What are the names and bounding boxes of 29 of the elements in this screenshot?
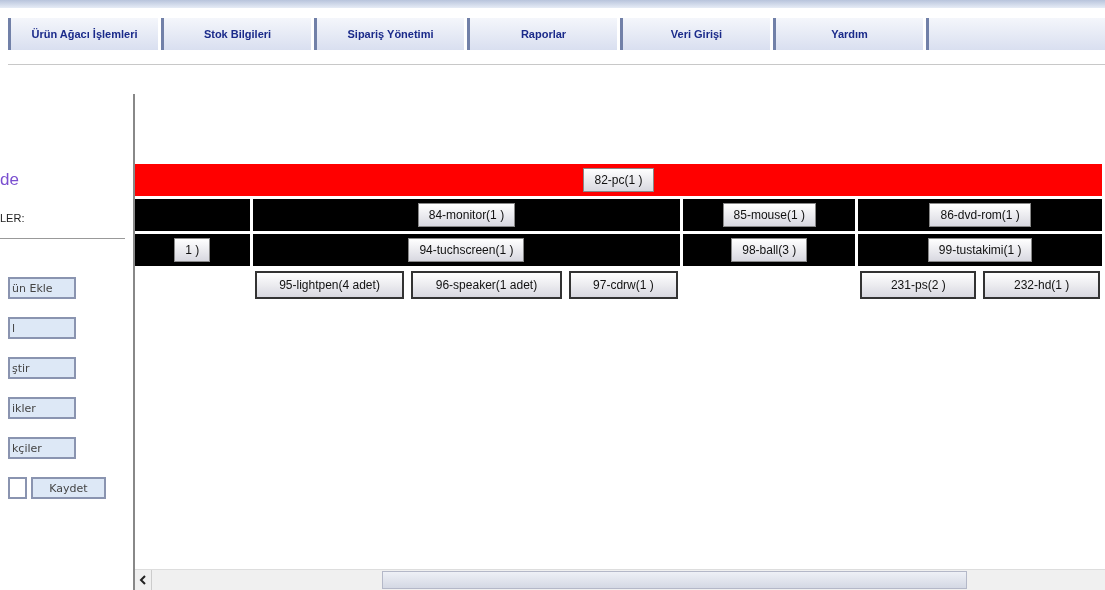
scrollbar-thumb[interactable] [382, 571, 967, 589]
sidebar-button[interactable]: ün Ekle [8, 277, 76, 299]
input-field[interactable] [8, 477, 27, 499]
tree-node-button[interactable]: 86-dvd-rom(1 ) [929, 203, 1031, 227]
menu-tab[interactable]: Sipariş Yönetimi [314, 18, 464, 50]
tree-node-button[interactable]: 1 ) [174, 238, 211, 262]
tree-node-button[interactable]: 82-pc(1 ) [583, 168, 654, 192]
menu-tab[interactable]: Stok Bilgileri [161, 18, 311, 50]
section-label: LER: [0, 212, 25, 224]
menu-tab[interactable]: Veri Girişi [620, 18, 770, 50]
sidebar-heading: de [0, 170, 19, 190]
save-button[interactable]: Kaydet [31, 477, 106, 499]
tree-node-button[interactable]: 99-tustakimi(1 ) [927, 238, 1033, 262]
sidebar-button[interactable]: ştir [8, 357, 76, 379]
tree-node-button[interactable]: 231-ps(2 ) [860, 271, 977, 299]
tree-node-button[interactable]: 232-hd(1 ) [983, 271, 1101, 299]
tree-node-button[interactable]: 97-cdrw(1 ) [568, 271, 679, 299]
menu-tab[interactable]: Raporlar [467, 18, 617, 50]
tree-node-button[interactable]: 85-mouse(1 ) [722, 203, 816, 227]
menu-tab[interactable]: Ürün Ağacı İşlemleri [8, 18, 158, 50]
menu-tab[interactable]: Yardım [773, 18, 923, 50]
sidebar-button[interactable]: ikler [8, 397, 76, 419]
sidebar-button[interactable]: kçiler [8, 437, 76, 459]
sidebar-button[interactable]: l [8, 317, 76, 339]
tree-node-button[interactable]: 95-lightpen(4 adet) [254, 271, 405, 299]
tree-node-button[interactable]: 96-speaker(1 adet) [411, 271, 562, 299]
tree-node-button[interactable]: 98-ball(3 ) [731, 238, 808, 262]
tree-node-button[interactable]: 84-monitor(1 ) [417, 203, 516, 227]
tree-node-button[interactable]: 94-tuchscreen(1 ) [408, 238, 525, 262]
